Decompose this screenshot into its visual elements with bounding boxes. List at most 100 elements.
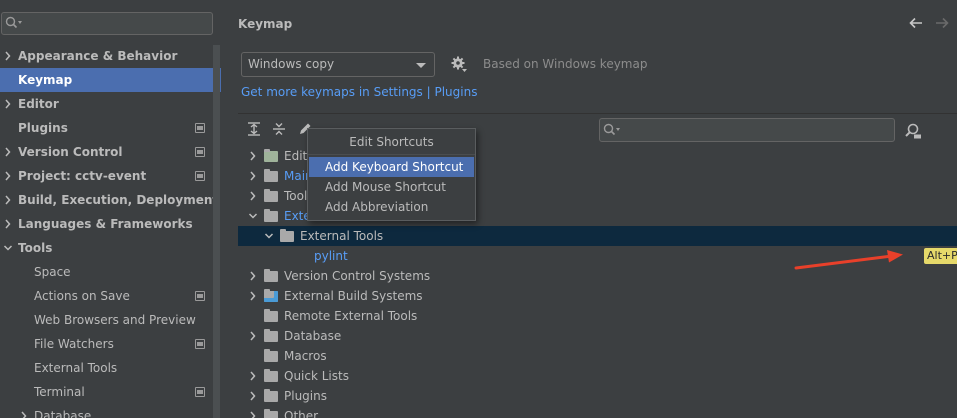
tree-row-label: Macros bbox=[284, 349, 327, 363]
folder-icon bbox=[264, 309, 278, 322]
chevron-right-icon[interactable] bbox=[248, 326, 258, 346]
folder-icon bbox=[264, 169, 278, 182]
tree-row-label: Remote External Tools bbox=[284, 309, 418, 323]
tree-row-label: Database bbox=[284, 329, 342, 343]
sidebar-item-tools[interactable]: Tools bbox=[0, 236, 221, 260]
sidebar-item-version-control[interactable]: Version Control bbox=[0, 140, 221, 164]
sidebar-item-keymap[interactable]: Keymap bbox=[0, 68, 221, 92]
collapse-all-icon[interactable] bbox=[271, 121, 287, 137]
menu-item-add-mouse-shortcut[interactable]: Add Mouse Shortcut bbox=[309, 177, 474, 197]
chevron-down-icon bbox=[416, 63, 426, 68]
chevron-right-icon[interactable] bbox=[248, 186, 258, 206]
settings-sidebar: Appearance & Behavior Keymap Editor Plugins… bbox=[0, 0, 222, 418]
tree-row[interactable]: Version Control Systems bbox=[238, 266, 957, 286]
shortcut-badge: Alt+P bbox=[924, 248, 957, 264]
sidebar-item-label: Plugins bbox=[18, 121, 68, 135]
sidebar-item-project-cctv-event[interactable]: Project: cctv-event bbox=[0, 164, 221, 188]
chevron-right-icon[interactable] bbox=[3, 188, 13, 212]
chevron-right-icon[interactable] bbox=[3, 164, 13, 188]
sidebar-item-label: Languages & Frameworks bbox=[18, 217, 193, 231]
folder-icon bbox=[264, 209, 278, 222]
sidebar-item-actions-on-save[interactable]: Actions on Save bbox=[0, 284, 221, 308]
sidebar-item-terminal[interactable]: Terminal bbox=[0, 380, 221, 404]
tree-row[interactable]: Quick Lists bbox=[238, 366, 957, 386]
sidebar-item-label: Build, Execution, Deployment bbox=[18, 193, 219, 207]
menu-item-add-keyboard-shortcut[interactable]: Add Keyboard Shortcut bbox=[309, 157, 474, 177]
keymap-dropdown[interactable]: Windows copy bbox=[241, 52, 435, 77]
based-on-text: Based on Windows keymap bbox=[483, 57, 648, 71]
project-scope-icon bbox=[195, 291, 205, 301]
sidebar-item-external-tools[interactable]: External Tools bbox=[0, 356, 221, 380]
chevron-right-icon[interactable] bbox=[3, 212, 13, 236]
project-scope-icon bbox=[195, 123, 205, 133]
chevron-down-icon[interactable] bbox=[264, 226, 274, 246]
editor-actions-icon bbox=[264, 149, 278, 162]
folder-icon bbox=[264, 369, 278, 382]
menu-item-add-abbreviation[interactable]: Add Abbreviation bbox=[309, 197, 474, 217]
sidebar-item-plugins[interactable]: Plugins bbox=[0, 116, 221, 140]
tree-row-label: Plugins bbox=[284, 389, 327, 403]
tree-row[interactable]: Plugins bbox=[238, 386, 957, 406]
tree-row[interactable]: Macros bbox=[238, 346, 957, 366]
tree-row-label: pylint bbox=[314, 249, 348, 263]
sidebar-item-label: Terminal bbox=[34, 385, 85, 399]
sidebar-item-label: External Tools bbox=[34, 361, 118, 375]
sidebar-item-file-watchers[interactable]: File Watchers bbox=[0, 332, 221, 356]
sidebar-item-build-execution-deployment[interactable]: Build, Execution, Deployment bbox=[0, 188, 221, 212]
sidebar-item-appearance-behavior[interactable]: Appearance & Behavior bbox=[0, 44, 221, 68]
tree-row[interactable]: External Tools bbox=[238, 226, 957, 246]
sidebar-item-label: Space bbox=[34, 265, 71, 279]
project-scope-icon bbox=[195, 339, 205, 349]
chevron-right-icon[interactable] bbox=[3, 140, 13, 164]
tree-row[interactable]: Remote External Tools bbox=[238, 306, 957, 326]
sidebar-item-label: Tools bbox=[18, 241, 53, 255]
sidebar-item-space[interactable]: Space bbox=[0, 260, 221, 284]
chevron-right-icon[interactable] bbox=[19, 404, 29, 418]
find-by-shortcut-icon[interactable] bbox=[904, 122, 922, 140]
chevron-right-icon[interactable] bbox=[248, 146, 258, 166]
expand-all-icon[interactable] bbox=[246, 121, 262, 137]
tree-row[interactable]: Other bbox=[238, 406, 957, 418]
sidebar-scrollbar[interactable] bbox=[213, 45, 220, 418]
chevron-right-icon[interactable] bbox=[248, 366, 258, 386]
chevron-right-icon[interactable] bbox=[248, 166, 258, 186]
tree-row[interactable]: pylint Alt+P bbox=[238, 246, 957, 266]
tree-row[interactable]: Database bbox=[238, 326, 957, 346]
sidebar-item-label: Appearance & Behavior bbox=[18, 49, 178, 63]
sidebar-item-editor[interactable]: Editor bbox=[0, 92, 221, 116]
chevron-down-icon[interactable] bbox=[3, 236, 13, 260]
project-scope-icon bbox=[195, 147, 205, 157]
tree-row-label: Other bbox=[284, 409, 319, 418]
chevron-right-icon[interactable] bbox=[3, 44, 13, 68]
build-folder-icon bbox=[264, 289, 278, 302]
arrow-left-icon[interactable] bbox=[908, 15, 924, 31]
sidebar-item-languages-frameworks[interactable]: Languages & Frameworks bbox=[0, 212, 221, 236]
sidebar-item-label: Actions on Save bbox=[34, 289, 130, 303]
toolbar-divider bbox=[238, 113, 957, 114]
folder-icon bbox=[280, 229, 294, 242]
sidebar-item-label: Editor bbox=[18, 97, 59, 111]
search-icon bbox=[603, 123, 620, 136]
tree-row[interactable]: External Build Systems bbox=[238, 286, 957, 306]
chevron-right-icon[interactable] bbox=[248, 386, 258, 406]
tree-row-label: Quick Lists bbox=[284, 369, 349, 383]
folder-icon bbox=[264, 409, 278, 418]
sidebar-item-label: Version Control bbox=[18, 145, 123, 159]
chevron-right-icon[interactable] bbox=[3, 92, 13, 116]
arrow-right-icon[interactable] bbox=[934, 15, 950, 31]
folder-icon bbox=[264, 269, 278, 282]
chevron-right-icon[interactable] bbox=[248, 406, 258, 418]
folder-icon bbox=[264, 349, 278, 362]
sidebar-item-label: Web Browsers and Preview bbox=[34, 313, 196, 327]
chevron-right-icon[interactable] bbox=[248, 286, 258, 306]
settings-search-input[interactable] bbox=[1, 12, 213, 35]
tree-row-label: External Tools bbox=[300, 229, 384, 243]
gear-icon[interactable] bbox=[451, 56, 467, 72]
more-keymaps-link[interactable]: Get more keymaps in Settings | Plugins bbox=[241, 85, 477, 99]
keymap-filter-input[interactable] bbox=[599, 118, 895, 142]
sidebar-item-label: Project: cctv-event bbox=[18, 169, 147, 183]
chevron-down-icon[interactable] bbox=[248, 206, 258, 226]
sidebar-item-web-browsers-and-preview[interactable]: Web Browsers and Preview bbox=[0, 308, 221, 332]
sidebar-item-database[interactable]: Database bbox=[0, 404, 221, 418]
chevron-right-icon[interactable] bbox=[248, 266, 258, 286]
